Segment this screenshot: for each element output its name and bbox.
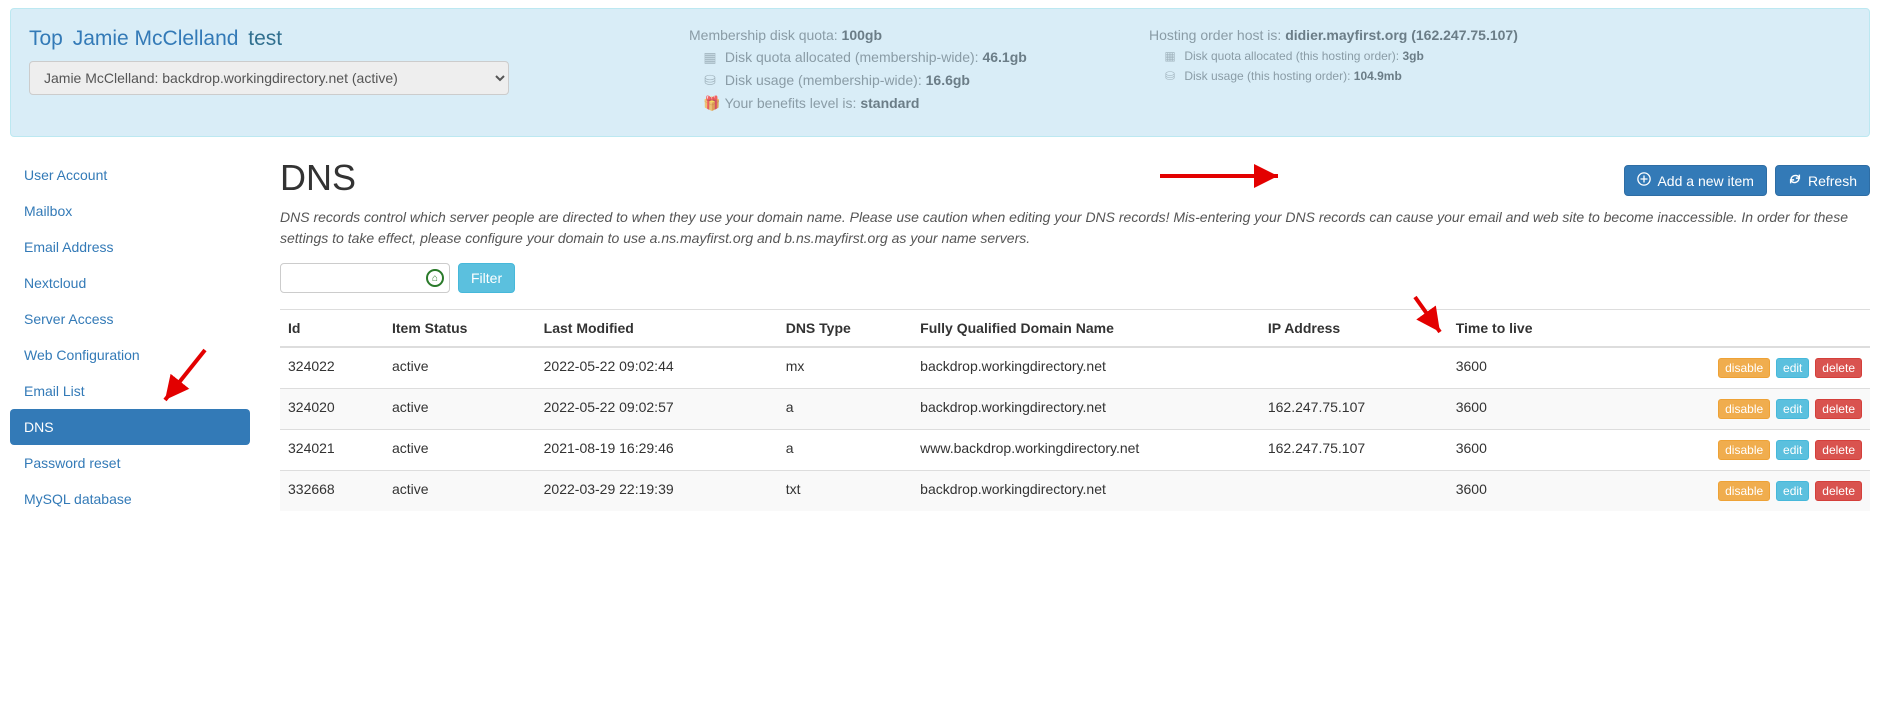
host-allocated-line: ▦ Disk quota allocated (this hosting ord…	[1149, 49, 1851, 63]
host-usage-line: ⛁ Disk usage (this hosting order): 104.9…	[1149, 69, 1851, 83]
gift-icon: 🎁	[703, 95, 717, 112]
col-header: Time to live	[1448, 310, 1602, 348]
page-description: DNS records control which server people …	[280, 207, 1870, 249]
membership-quota-line: Membership disk quota: 100gb	[689, 27, 1109, 43]
disk-icon: ⛁	[703, 72, 717, 89]
disable-button[interactable]: disable	[1718, 358, 1770, 378]
col-header	[1602, 310, 1870, 348]
table-cell: a	[778, 430, 912, 471]
sidebar-item-email-list[interactable]: Email List	[10, 373, 250, 409]
disable-button[interactable]: disable	[1718, 399, 1770, 419]
allocated-quota-line: ▦ Disk quota allocated (membership-wide)…	[689, 49, 1109, 66]
table-cell: 3600	[1448, 430, 1602, 471]
sidebar-item-mysql-database[interactable]: MySQL database	[10, 481, 250, 517]
breadcrumb: Top Jamie McClelland test	[29, 27, 509, 51]
usage-quota-line: ⛁ Disk usage (membership-wide): 16.6gb	[689, 72, 1109, 89]
col-header: Id	[280, 310, 384, 348]
plus-circle-icon	[1637, 172, 1651, 189]
table-cell: 324020	[280, 389, 384, 430]
table-cell: backdrop.workingdirectory.net	[912, 389, 1260, 430]
delete-button[interactable]: delete	[1815, 358, 1862, 378]
table-cell	[1260, 471, 1448, 512]
table-cell: a	[778, 389, 912, 430]
delete-button[interactable]: delete	[1815, 399, 1862, 419]
sidebar-item-password-reset[interactable]: Password reset	[10, 445, 250, 481]
table-row: 324020active2022-05-22 09:02:57abackdrop…	[280, 389, 1870, 430]
col-header: Fully Qualified Domain Name	[912, 310, 1260, 348]
table-cell: active	[384, 389, 536, 430]
breadcrumb-current: test	[248, 27, 282, 50]
sidebar-item-web-configuration[interactable]: Web Configuration	[10, 337, 250, 373]
sidebar-item-user-account[interactable]: User Account	[10, 157, 250, 193]
sidebar-item-dns[interactable]: DNS	[10, 409, 250, 445]
edit-button[interactable]: edit	[1776, 440, 1809, 460]
host-line: Hosting order host is: didier.mayfirst.o…	[1149, 27, 1851, 43]
table-cell: mx	[778, 347, 912, 389]
table-cell: 2022-03-29 22:19:39	[536, 471, 778, 512]
password-manager-icon[interactable]: ⌂	[426, 269, 444, 287]
table-cell: 162.247.75.107	[1260, 389, 1448, 430]
col-header: Last Modified	[536, 310, 778, 348]
table-cell: 3600	[1448, 347, 1602, 389]
table-cell: 2022-05-22 09:02:44	[536, 347, 778, 389]
table-cell: backdrop.workingdirectory.net	[912, 471, 1260, 512]
col-header: Item Status	[384, 310, 536, 348]
sidebar-item-nextcloud[interactable]: Nextcloud	[10, 265, 250, 301]
disable-button[interactable]: disable	[1718, 440, 1770, 460]
table-cell: backdrop.workingdirectory.net	[912, 347, 1260, 389]
col-header: IP Address	[1260, 310, 1448, 348]
header-actions: Add a new item Refresh	[1624, 165, 1870, 196]
filter-input[interactable]	[280, 263, 450, 293]
table-cell: 3600	[1448, 471, 1602, 512]
breadcrumb-top-link[interactable]: Top	[29, 27, 63, 50]
table-cell: txt	[778, 471, 912, 512]
delete-button[interactable]: delete	[1815, 440, 1862, 460]
page-title: DNS	[280, 157, 356, 199]
edit-button[interactable]: edit	[1776, 358, 1809, 378]
table-cell: 332668	[280, 471, 384, 512]
table-cell: www.backdrop.workingdirectory.net	[912, 430, 1260, 471]
actions-cell: disable edit delete	[1602, 347, 1870, 389]
table-cell: active	[384, 347, 536, 389]
sidebar: User AccountMailboxEmail AddressNextclou…	[10, 157, 250, 517]
table-cell: 3600	[1448, 389, 1602, 430]
sidebar-item-server-access[interactable]: Server Access	[10, 301, 250, 337]
actions-cell: disable edit delete	[1602, 430, 1870, 471]
table-cell: 162.247.75.107	[1260, 430, 1448, 471]
main-content: DNS Add a new item Refresh DNS records c…	[250, 157, 1870, 517]
edit-button[interactable]: edit	[1776, 481, 1809, 501]
add-new-item-button[interactable]: Add a new item	[1624, 165, 1767, 196]
table-row: 332668active2022-03-29 22:19:39txtbackdr…	[280, 471, 1870, 512]
table-cell	[1260, 347, 1448, 389]
hosting-order-select[interactable]: Jamie McClelland: backdrop.workingdirect…	[29, 61, 509, 95]
refresh-button[interactable]: Refresh	[1775, 165, 1870, 196]
delete-button[interactable]: delete	[1815, 481, 1862, 501]
table-cell: 2022-05-22 09:02:57	[536, 389, 778, 430]
table-cell: 324021	[280, 430, 384, 471]
edit-button[interactable]: edit	[1776, 399, 1809, 419]
breadcrumb-user-link[interactable]: Jamie McClelland	[73, 27, 239, 50]
refresh-icon	[1788, 172, 1802, 189]
actions-cell: disable edit delete	[1602, 389, 1870, 430]
table-row: 324022active2022-05-22 09:02:44mxbackdro…	[280, 347, 1870, 389]
table-cell: 2021-08-19 16:29:46	[536, 430, 778, 471]
col-header: DNS Type	[778, 310, 912, 348]
benefits-line: 🎁 Your benefits level is: standard	[689, 95, 1109, 112]
grid-icon: ▦	[703, 49, 717, 66]
table-row: 324021active2021-08-19 16:29:46awww.back…	[280, 430, 1870, 471]
table-cell: 324022	[280, 347, 384, 389]
sidebar-item-mailbox[interactable]: Mailbox	[10, 193, 250, 229]
info-panel: Top Jamie McClelland test Jamie McClella…	[10, 8, 1870, 137]
filter-button[interactable]: Filter	[458, 263, 515, 293]
table-cell: active	[384, 471, 536, 512]
sidebar-item-email-address[interactable]: Email Address	[10, 229, 250, 265]
dns-table: IdItem StatusLast ModifiedDNS TypeFully …	[280, 309, 1870, 511]
disk-icon: ⛁	[1163, 69, 1177, 83]
table-cell: active	[384, 430, 536, 471]
disable-button[interactable]: disable	[1718, 481, 1770, 501]
grid-icon: ▦	[1163, 49, 1177, 63]
actions-cell: disable edit delete	[1602, 471, 1870, 512]
